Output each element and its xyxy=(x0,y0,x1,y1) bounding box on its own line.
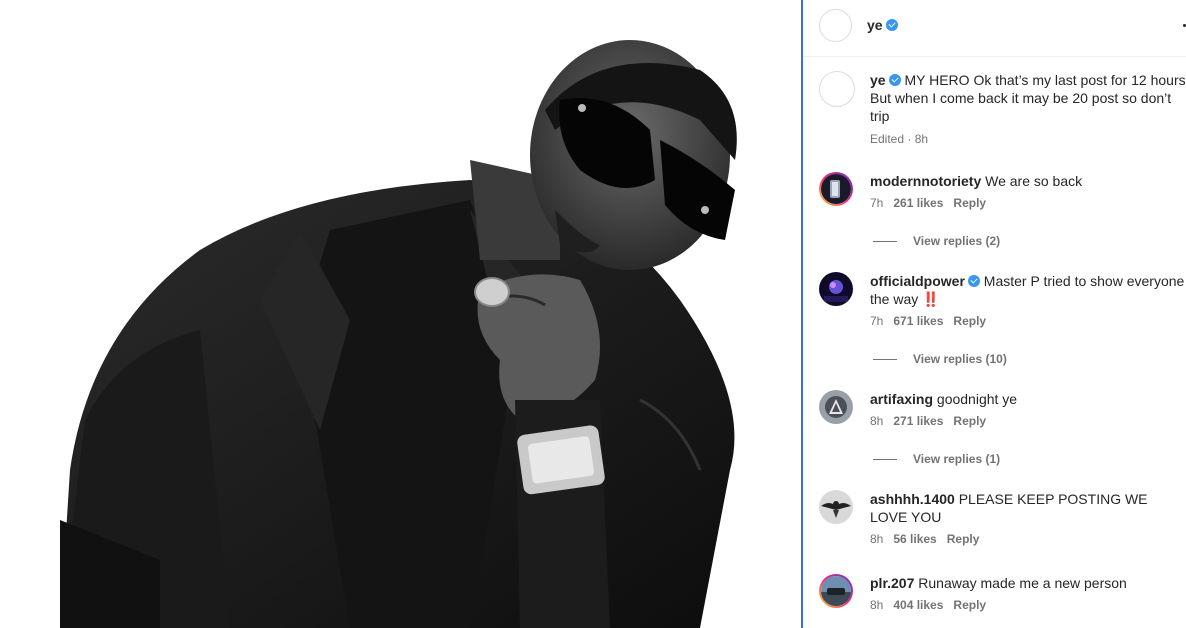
post-image xyxy=(0,0,801,628)
reply-button[interactable]: Reply xyxy=(953,414,986,428)
header-username[interactable]: ye xyxy=(867,17,898,33)
caption-meta: Edited · 8h xyxy=(870,132,929,146)
caption-username[interactable]: ye xyxy=(870,72,886,88)
view-replies-button[interactable]: View replies (2) xyxy=(873,234,1000,248)
verified-badge-icon xyxy=(888,74,901,86)
commenter-avatar[interactable] xyxy=(819,574,853,608)
double-exclamation-icon: ‼️ xyxy=(922,291,940,307)
comment-likes[interactable]: 404 likes xyxy=(893,598,943,612)
comment-time: 8h xyxy=(870,414,884,428)
verified-badge-icon xyxy=(885,19,898,31)
comment-meta: 7h 261 likes Reply xyxy=(870,196,1186,210)
comment-meta: 8h 56 likes Reply xyxy=(870,532,1186,546)
comment-likes[interactable]: 56 likes xyxy=(893,532,936,546)
post-photo[interactable] xyxy=(0,0,801,628)
view-replies-button[interactable]: View replies (1) xyxy=(873,452,1000,466)
comment-text: goodnight ye xyxy=(936,391,1018,407)
commenter-avatar[interactable] xyxy=(819,390,853,424)
comment-time: 7h xyxy=(870,196,884,210)
divider-line xyxy=(873,459,897,461)
comment-meta: 7h 671 likes Reply xyxy=(870,314,1186,328)
commenter-avatar[interactable] xyxy=(819,172,853,206)
comment-time: 8h xyxy=(870,598,884,612)
commenter-avatar[interactable] xyxy=(819,490,853,524)
comment-likes[interactable]: 671 likes xyxy=(893,314,943,328)
verified-badge-icon xyxy=(967,275,980,287)
post-header: ye xyxy=(803,0,1186,57)
caption-text: MY HERO Ok that’s my last post for 12 ho… xyxy=(870,72,1186,124)
caption-body: ye MY HERO Ok that’s my last post for 12… xyxy=(870,71,1186,146)
comment-likes[interactable]: 271 likes xyxy=(893,414,943,428)
comment-username[interactable]: modernnotoriety xyxy=(870,173,981,189)
header-avatar[interactable] xyxy=(819,9,852,42)
reply-button[interactable]: Reply xyxy=(953,314,986,328)
reply-button[interactable]: Reply xyxy=(953,196,986,210)
comment-meta: 8h 404 likes Reply xyxy=(870,598,1186,612)
commenter-avatar[interactable] xyxy=(819,272,853,306)
reply-button[interactable]: Reply xyxy=(953,598,986,612)
comment-username[interactable]: ashhhh.1400 xyxy=(870,491,955,507)
comment-meta: 8h 271 likes Reply xyxy=(870,414,1186,428)
view-replies-button[interactable]: View replies (10) xyxy=(873,352,1007,366)
divider-line xyxy=(873,241,897,243)
comments-panel: ye ye MY HERO Ok that’s my last post for… xyxy=(801,0,1186,628)
comment-text: Runaway made me a new person xyxy=(918,575,1127,591)
caption-avatar[interactable] xyxy=(819,71,855,107)
reply-button[interactable]: Reply xyxy=(947,532,980,546)
comment-username[interactable]: officialdpower xyxy=(870,273,965,289)
comment-username[interactable]: plr.207 xyxy=(870,575,914,591)
comment-text: We are so back xyxy=(985,173,1083,189)
comment-likes[interactable]: 261 likes xyxy=(893,196,943,210)
comment-username[interactable]: artifaxing xyxy=(870,391,933,407)
divider-line xyxy=(873,359,897,361)
comment-time: 7h xyxy=(870,314,884,328)
comment-time: 8h xyxy=(870,532,884,546)
